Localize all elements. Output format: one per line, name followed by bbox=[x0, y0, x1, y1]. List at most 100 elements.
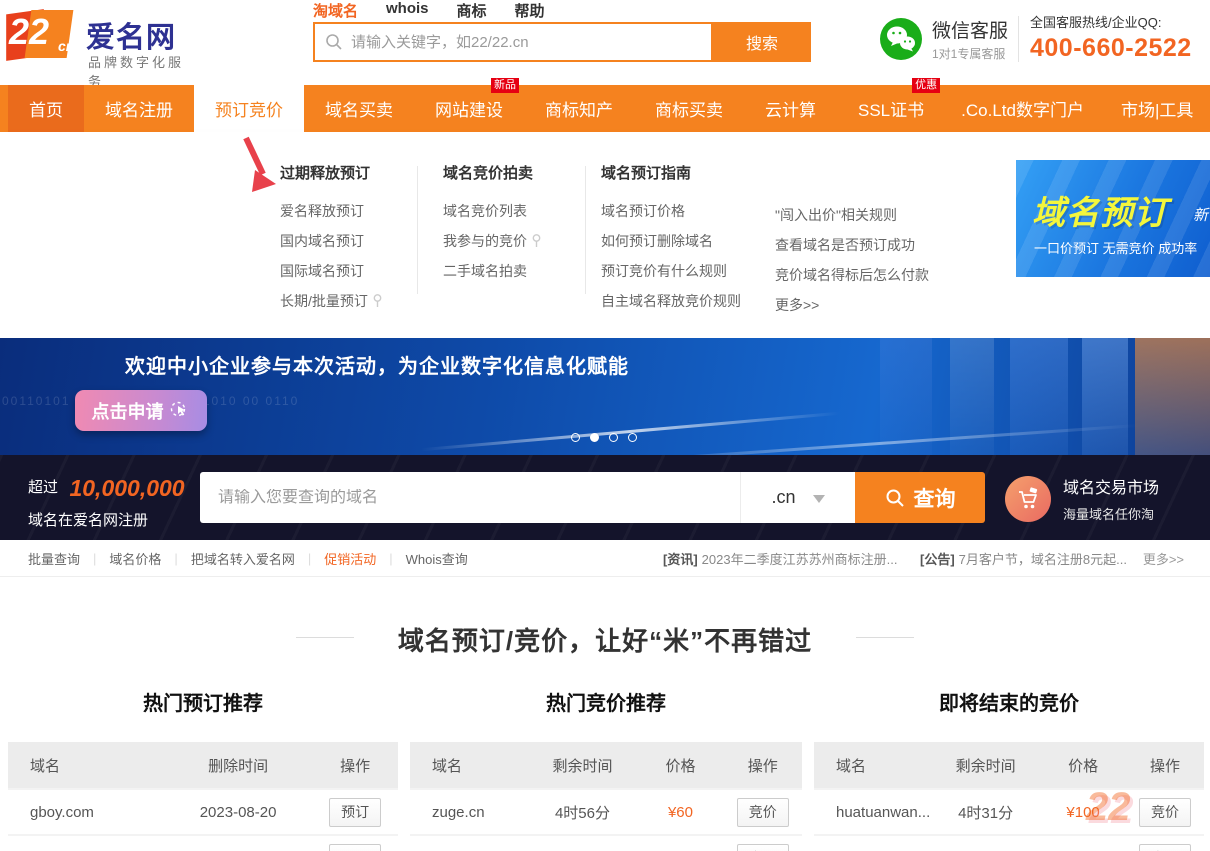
bid-button[interactable]: 竞价 bbox=[1138, 843, 1191, 851]
mini-nav-whois[interactable]: whois bbox=[386, 0, 429, 21]
link-domain-price[interactable]: 域名价格 bbox=[109, 549, 161, 568]
menu-international-reserve[interactable]: 国际域名预订 bbox=[280, 264, 382, 278]
carousel-dot-3[interactable] bbox=[609, 433, 618, 442]
menu-domestic-reserve[interactable]: 国内域名预订 bbox=[280, 234, 382, 248]
menu-bidding-rules[interactable]: 预订竞价有什么规则 bbox=[601, 264, 741, 278]
menu-batch-reserve[interactable]: 长期/批量预订 bbox=[280, 294, 382, 308]
reserve-button[interactable]: 预订 bbox=[329, 797, 382, 827]
table-row: ld 2023-08-20 预订 bbox=[8, 834, 398, 851]
market-subtitle: 海量域名任你淘 bbox=[1063, 507, 1155, 522]
time-left-cell: 4时51分 bbox=[528, 848, 638, 851]
link-transfer-in[interactable]: 把域名转入爱名网 bbox=[191, 549, 295, 568]
menu-self-release-rules[interactable]: 自主域名释放竞价规则 bbox=[601, 294, 741, 308]
dropdown-col2-title: 域名竞价拍卖 bbox=[443, 165, 534, 182]
main-nav: 首页 域名注册 预订竞价 域名买卖 网站建设 新品 商标知产 商标买卖 云计算 … bbox=[0, 78, 1210, 132]
carousel-dot-2[interactable] bbox=[590, 433, 599, 442]
nav-website-label: 网站建设 bbox=[435, 101, 503, 120]
stats-count: 10,000,000 bbox=[69, 475, 185, 501]
logo-22: 22 bbox=[9, 11, 50, 52]
table-hot-reservations: 域名 删除时间 操作 gboy.com 2023-08-20 预订 ld 202… bbox=[8, 742, 398, 851]
link-whois-query[interactable]: Whois查询 bbox=[406, 549, 468, 568]
apply-now-label: 点击申请 bbox=[91, 401, 164, 422]
header-search-button[interactable]: 搜索 bbox=[713, 22, 811, 62]
nav-reserve-bidding[interactable]: 预订竞价 bbox=[194, 85, 304, 132]
dropdown-col-guide: 域名预订指南 域名预订价格 如何预订删除域名 预订竞价有什么规则 自主域名释放竞… bbox=[601, 162, 741, 324]
mini-nav-taodomain[interactable]: 淘域名 bbox=[313, 0, 358, 21]
menu-secondhand-auction[interactable]: 二手域名拍卖 bbox=[443, 264, 541, 278]
apply-now-button[interactable]: 点击申请 bbox=[75, 390, 207, 431]
menu-break-in-rules[interactable]: "闯入出价"相关规则 bbox=[775, 208, 929, 222]
news-more-link[interactable]: 更多>> bbox=[1143, 540, 1184, 577]
domain-query-input[interactable] bbox=[200, 488, 740, 507]
header-search-input[interactable] bbox=[351, 33, 711, 51]
menu-aiming-release-reserve[interactable]: 爱名释放预订 bbox=[280, 204, 382, 218]
domain-cell: huatuanwan... bbox=[836, 803, 931, 821]
nav-ssl[interactable]: SSL证书 优惠 bbox=[837, 78, 945, 132]
link-promotions[interactable]: 促销活动 bbox=[324, 549, 376, 568]
hotline-phone: 400-660-2522 bbox=[1030, 34, 1192, 62]
news-item-info[interactable]: [资讯] 2023年二季度江苏苏州商标注册... bbox=[663, 540, 897, 577]
top-mini-nav: 淘域名 whois 商标 帮助 bbox=[313, 0, 545, 21]
nav-register[interactable]: 域名注册 bbox=[84, 85, 194, 132]
news-tag: [公告] bbox=[920, 552, 955, 567]
header: 22 cn 爱名网 品牌数字化服务 淘域名 whois 商标 帮助 搜索 bbox=[0, 0, 1210, 89]
news-text: 2023年二季度江苏苏州商标注册... bbox=[701, 552, 898, 567]
menu-check-reserve-success[interactable]: 查看域名是否预订成功 bbox=[775, 238, 929, 252]
delete-time-cell: 2023-08-20 bbox=[199, 803, 277, 821]
nav-website-build[interactable]: 网站建设 新品 bbox=[414, 78, 524, 132]
new-product-badge: 新品 bbox=[491, 78, 519, 93]
light-streak bbox=[420, 411, 840, 452]
bid-button[interactable]: 竞价 bbox=[1138, 797, 1191, 827]
carousel-dot-4[interactable] bbox=[628, 433, 637, 442]
tld-selected-value: .cn bbox=[771, 487, 796, 507]
skyline-decoration bbox=[880, 338, 932, 455]
nav-market-tools[interactable]: 市场|工具 bbox=[1100, 85, 1210, 132]
menu-more-link[interactable]: 更多>> bbox=[775, 298, 929, 312]
shopping-cart-icon bbox=[1005, 475, 1051, 522]
dropdown-col-auction: 域名竞价拍卖 域名竞价列表 我参与的竞价 二手域名拍卖 bbox=[443, 162, 541, 294]
query-magnifier-icon bbox=[886, 489, 904, 507]
skyline-decoration bbox=[1135, 338, 1210, 455]
price-cell: ¥60 bbox=[667, 803, 693, 821]
col-header-action: 操作 bbox=[1149, 757, 1180, 775]
tld-select[interactable]: .cn bbox=[740, 472, 855, 523]
menu-how-to-reserve[interactable]: 如何预订删除域名 bbox=[601, 234, 741, 248]
search-icon bbox=[326, 34, 342, 50]
site-logo[interactable]: 22 cn 爱名网 品牌数字化服务 bbox=[6, 6, 186, 89]
menu-payment-after-win[interactable]: 竞价域名得标后怎么付款 bbox=[775, 268, 929, 282]
bid-button[interactable]: 竞价 bbox=[736, 843, 789, 851]
section-title: 域名预订/竞价，让好“米”不再错过 bbox=[397, 626, 813, 656]
domain-query-bar: 超过 10,000,000 域名在爱名网注册 .cn 查询 bbox=[0, 455, 1210, 540]
menu-my-biddings[interactable]: 我参与的竞价 bbox=[443, 234, 541, 248]
wechat-service[interactable]: 微信客服 1对1专属客服 bbox=[880, 16, 1008, 62]
col-header-price: 价格 bbox=[1068, 757, 1099, 775]
domain-market-link[interactable]: 域名交易市场 海量域名任你淘 bbox=[1005, 474, 1159, 523]
quick-links-row: 批量查询 | 域名价格 | 把域名转入爱名网 | 促销活动 | Whois查询 [资讯]… bbox=[0, 540, 1210, 577]
news-item-notice[interactable]: [公告] 7月客户节，域名注册8元起... bbox=[920, 540, 1127, 577]
time-left-cell: 4时31分 bbox=[958, 804, 1014, 822]
nav-domain-trade[interactable]: 域名买卖 bbox=[304, 85, 414, 132]
logo-cn: cn bbox=[58, 38, 75, 54]
mini-nav-trademark[interactable]: 商标 bbox=[457, 0, 487, 21]
carousel-dot-1[interactable] bbox=[571, 433, 580, 442]
table-row: f6f6f6... 4时31分 ¥400 竞价 bbox=[814, 834, 1204, 851]
nav-trademark-trade[interactable]: 商标买卖 bbox=[634, 85, 744, 132]
reserve-button[interactable]: 预订 bbox=[329, 843, 382, 851]
discount-badge: 优惠 bbox=[912, 78, 941, 93]
query-button[interactable]: 查询 bbox=[855, 472, 985, 523]
menu-bidding-list[interactable]: 域名竞价列表 bbox=[443, 204, 541, 218]
query-button-label: 查询 bbox=[913, 487, 956, 511]
link-batch-query[interactable]: 批量查询 bbox=[28, 549, 80, 568]
nav-trademark-ip[interactable]: 商标知产 bbox=[524, 85, 634, 132]
menu-reserve-price[interactable]: 域名预订价格 bbox=[601, 204, 741, 218]
domain-reserve-ad-banner[interactable]: 域名预订 新 一口价预订 无需竞价 成功率 bbox=[1016, 160, 1210, 277]
skyline-decoration bbox=[1010, 338, 1068, 455]
mini-nav-help[interactable]: 帮助 bbox=[515, 0, 545, 21]
nav-cloud[interactable]: 云计算 bbox=[744, 85, 837, 132]
nav-coltd[interactable]: .Co.Ltd数字门户 bbox=[945, 85, 1100, 132]
nav-home[interactable]: 首页 bbox=[8, 85, 84, 132]
wechat-subtitle: 1对1专属客服 bbox=[932, 47, 1006, 61]
market-title: 域名交易市场 bbox=[1063, 480, 1160, 497]
bid-button[interactable]: 竞价 bbox=[736, 797, 789, 827]
hero-carousel-banner[interactable]: 00110101 00 0110 10110 001010 00 0110 欢迎… bbox=[0, 338, 1210, 455]
